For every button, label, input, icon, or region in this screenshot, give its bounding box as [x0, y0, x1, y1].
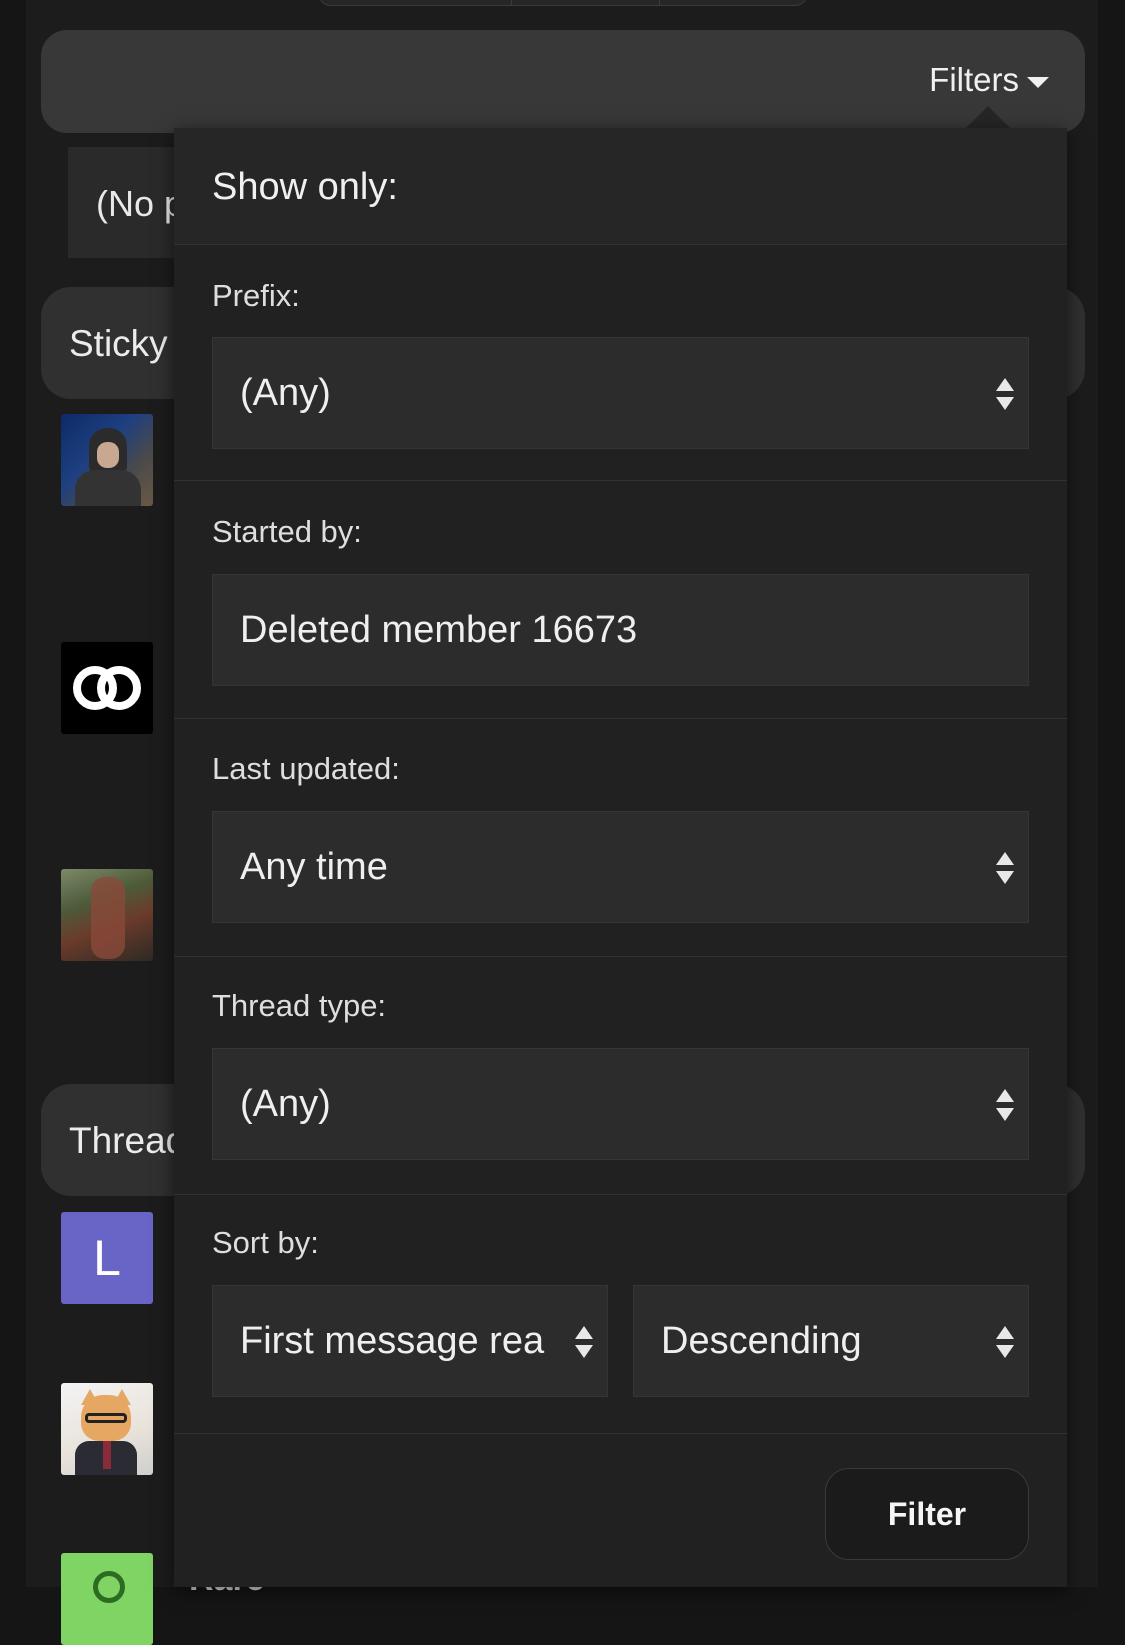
sort-field-select-value: First message rea: [240, 1319, 545, 1362]
last-updated-select[interactable]: Any time: [212, 811, 1029, 923]
thread-type-select[interactable]: (Any): [212, 1048, 1029, 1160]
avatar-figure-shape: [91, 877, 125, 959]
filter-submit-button[interactable]: Filter: [825, 1468, 1029, 1560]
select-updown-icon: [996, 852, 1014, 884]
last-updated-filter-row: Last updated: Any time: [174, 719, 1067, 957]
prefix-select[interactable]: (Any): [212, 337, 1029, 449]
thread-type-filter-row: Thread type: (Any): [174, 957, 1067, 1195]
filters-toggle-label: Filters: [929, 61, 1019, 98]
prefix-filter-row: Prefix: (Any): [174, 244, 1067, 481]
green-avatar[interactable]: [61, 1553, 153, 1645]
hooded-person-avatar[interactable]: [61, 414, 153, 506]
infinity-icon: [97, 666, 141, 710]
game-character-avatar[interactable]: [61, 869, 153, 961]
select-updown-icon: [575, 1326, 593, 1358]
threads-label: Thread: [69, 1120, 187, 1161]
menu-pointer-arrow: [966, 106, 1010, 128]
tie-shape: [103, 1441, 111, 1469]
filter-menu-title: Show only:: [212, 166, 398, 208]
avatar-letter: L: [93, 1230, 121, 1286]
sort-by-filter-row: Sort by: First message rea Descending: [174, 1195, 1067, 1434]
sort-direction-select[interactable]: Descending: [633, 1285, 1029, 1397]
letter-avatar[interactable]: L: [61, 1212, 153, 1304]
avatar-glyph-icon: [93, 1571, 125, 1603]
thread-type-label: Thread type:: [212, 988, 387, 1023]
started-by-filter-row: Started by: Deleted member 16673: [174, 481, 1067, 719]
last-updated-label: Last updated:: [212, 751, 400, 786]
prefix-select-value: (Any): [240, 371, 331, 414]
started-by-label: Started by:: [212, 514, 362, 549]
sticky-threads-label: Sticky: [69, 323, 168, 364]
started-by-input-value: Deleted member 16673: [240, 608, 638, 651]
avatar-face-shape: [97, 442, 119, 468]
started-by-input[interactable]: Deleted member 16673: [212, 574, 1029, 686]
filters-toggle[interactable]: Filters: [929, 60, 1049, 100]
tab-separator: [659, 0, 660, 5]
avatar-body-shape: [75, 470, 141, 506]
filter-bar: Filters: [41, 30, 1085, 133]
select-updown-icon: [996, 1089, 1014, 1121]
filter-menu-header: Show only:: [174, 128, 1067, 245]
cat-in-suit-avatar[interactable]: [61, 1383, 153, 1475]
top-tab-group[interactable]: [318, 0, 808, 6]
tab-separator: [511, 0, 512, 5]
infinity-logo-avatar[interactable]: [61, 642, 153, 734]
sort-by-label: Sort by:: [212, 1225, 319, 1260]
thread-type-select-value: (Any): [240, 1082, 331, 1125]
select-updown-icon: [996, 378, 1014, 410]
prefix-chip-text: (No p: [96, 183, 185, 224]
glasses-icon: [85, 1413, 127, 1423]
select-updown-icon: [996, 1326, 1014, 1358]
caret-down-icon: [1027, 76, 1049, 88]
sort-direction-select-value: Descending: [661, 1319, 862, 1362]
last-updated-select-value: Any time: [240, 845, 388, 888]
sort-field-select[interactable]: First message rea: [212, 1285, 608, 1397]
filter-menu: Show only: Prefix: (Any) Started by: Del…: [174, 128, 1067, 1587]
prefix-label: Prefix:: [212, 278, 300, 313]
filter-menu-footer: Filter: [174, 1434, 1067, 1587]
